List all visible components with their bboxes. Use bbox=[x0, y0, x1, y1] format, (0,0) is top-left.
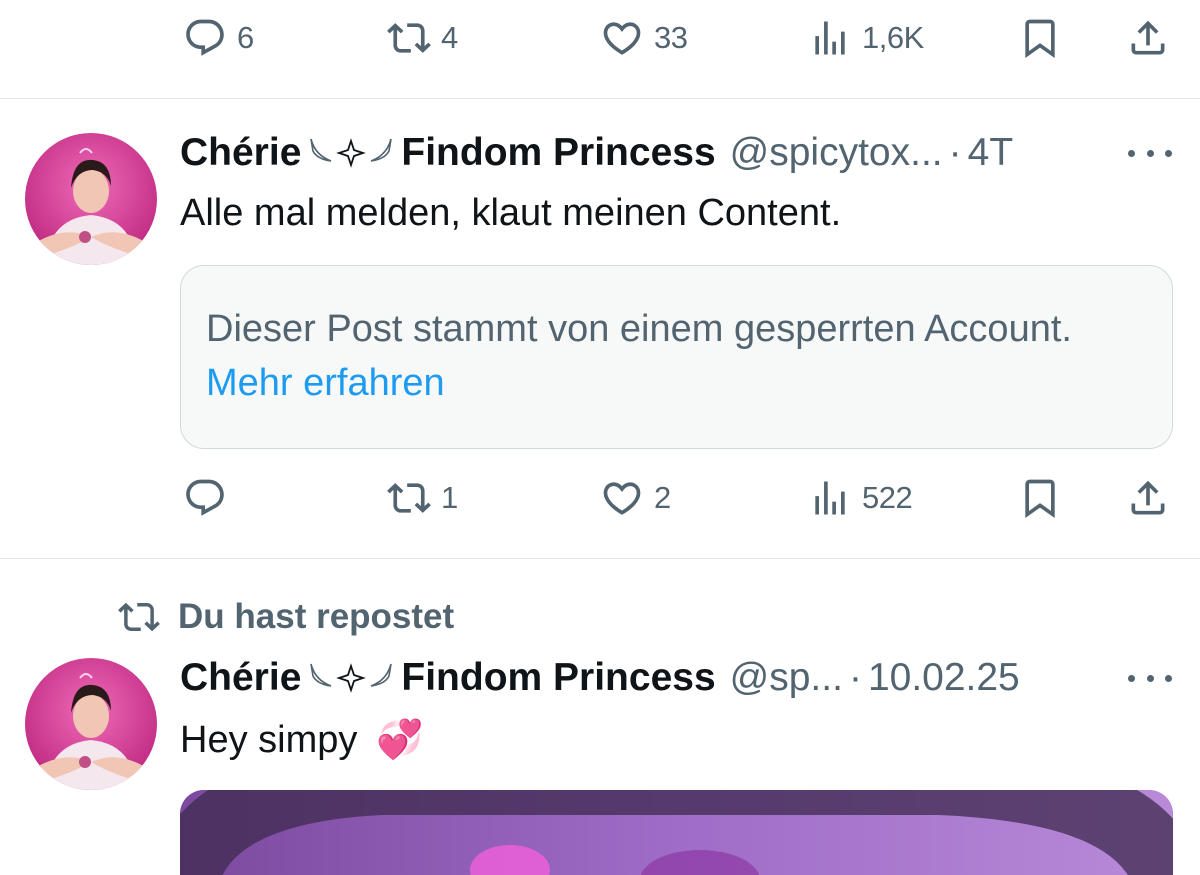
heart-icon bbox=[603, 482, 641, 515]
two-hearts-emoji: 💞 bbox=[375, 719, 424, 761]
repost-count: 4 bbox=[441, 20, 458, 55]
views-icon bbox=[815, 21, 845, 55]
wings-sparkle-icon bbox=[305, 658, 397, 698]
share-icon bbox=[1131, 20, 1165, 55]
bookmark-icon bbox=[1025, 479, 1055, 519]
repost-button[interactable]: 4 bbox=[387, 8, 458, 68]
repost-icon bbox=[387, 23, 431, 53]
repost-icon bbox=[118, 602, 160, 632]
like-count: 33 bbox=[654, 20, 688, 55]
top-tweet-actions: 6 4 33 1,6K bbox=[0, 8, 1200, 68]
avatar[interactable] bbox=[25, 133, 157, 265]
bookmark-button[interactable] bbox=[1018, 8, 1062, 68]
handle[interactable]: @spicytox... bbox=[730, 131, 943, 175]
reply-button[interactable] bbox=[183, 468, 237, 528]
views-button[interactable]: 1,6K bbox=[808, 8, 924, 68]
wings-sparkle-icon bbox=[305, 133, 397, 173]
bookmark-button[interactable] bbox=[1018, 468, 1062, 528]
tweet-text-body: Hey simpy bbox=[180, 719, 358, 761]
tweet-header: Chérie Findom Princess @spicytox... · 4T bbox=[180, 128, 1100, 178]
display-name-title[interactable]: Findom Princess bbox=[401, 656, 715, 700]
suspended-account-notice: Dieser Post stammt von einem gesperrten … bbox=[180, 265, 1173, 449]
like-button[interactable]: 2 bbox=[600, 468, 671, 528]
repost-count: 1 bbox=[441, 480, 458, 515]
share-button[interactable] bbox=[1126, 468, 1170, 528]
bookmark-icon bbox=[1025, 19, 1055, 59]
repost-label-text[interactable]: Du hast repostet bbox=[178, 597, 454, 637]
more-dot-icon bbox=[1128, 149, 1135, 157]
more-dot-icon bbox=[1165, 149, 1172, 157]
notice-message: Dieser Post stammt von einem gesperrten … bbox=[206, 308, 1072, 350]
share-icon bbox=[1131, 480, 1165, 515]
repost-button[interactable]: 1 bbox=[387, 468, 458, 528]
avatar[interactable] bbox=[25, 658, 157, 790]
timestamp[interactable]: 4T bbox=[968, 131, 1014, 175]
reply-count: 6 bbox=[237, 20, 254, 55]
views-count: 522 bbox=[862, 480, 913, 515]
reply-icon bbox=[186, 19, 224, 56]
heart-icon bbox=[603, 22, 641, 55]
tweet-media[interactable] bbox=[180, 790, 1173, 875]
tweet-header: Chérie Findom Princess @sp... · 10.02.25 bbox=[180, 653, 1100, 703]
views-count: 1,6K bbox=[862, 20, 924, 55]
separator-dot: · bbox=[948, 131, 962, 174]
tweet-text: Alle mal melden, klaut meinen Content. bbox=[180, 192, 842, 234]
views-icon bbox=[815, 481, 845, 515]
views-button[interactable]: 522 bbox=[808, 468, 913, 528]
repost-icon bbox=[387, 483, 431, 513]
tweet-text: Hey simpy 💞 bbox=[180, 718, 423, 762]
tweet-actions: 1 2 522 bbox=[0, 468, 1200, 528]
avatar-image bbox=[25, 658, 157, 790]
more-options-button[interactable] bbox=[1128, 663, 1172, 693]
avatar-image bbox=[25, 133, 157, 265]
more-dot-icon bbox=[1146, 149, 1154, 157]
reply-button[interactable]: 6 bbox=[183, 8, 254, 68]
display-name[interactable]: Chérie bbox=[180, 656, 301, 700]
display-name[interactable]: Chérie bbox=[180, 131, 301, 175]
display-name-title[interactable]: Findom Princess bbox=[401, 131, 715, 175]
like-button[interactable]: 33 bbox=[600, 8, 688, 68]
more-dot-icon bbox=[1146, 674, 1154, 682]
separator-dot: · bbox=[848, 656, 862, 699]
share-button[interactable] bbox=[1126, 8, 1170, 68]
divider bbox=[0, 98, 1200, 99]
handle[interactable]: @sp... bbox=[730, 656, 843, 700]
more-dot-icon bbox=[1128, 674, 1135, 682]
media-image bbox=[180, 790, 1173, 875]
repost-context: Du hast repostet bbox=[118, 595, 454, 639]
divider bbox=[0, 558, 1200, 559]
like-count: 2 bbox=[654, 480, 671, 515]
notice-text: Dieser Post stammt von einem gesperrten … bbox=[206, 302, 1146, 410]
learn-more-link[interactable]: Mehr erfahren bbox=[206, 362, 445, 404]
reply-icon bbox=[186, 479, 224, 516]
timestamp[interactable]: 10.02.25 bbox=[868, 656, 1020, 700]
more-options-button[interactable] bbox=[1128, 138, 1172, 168]
more-dot-icon bbox=[1165, 674, 1172, 682]
